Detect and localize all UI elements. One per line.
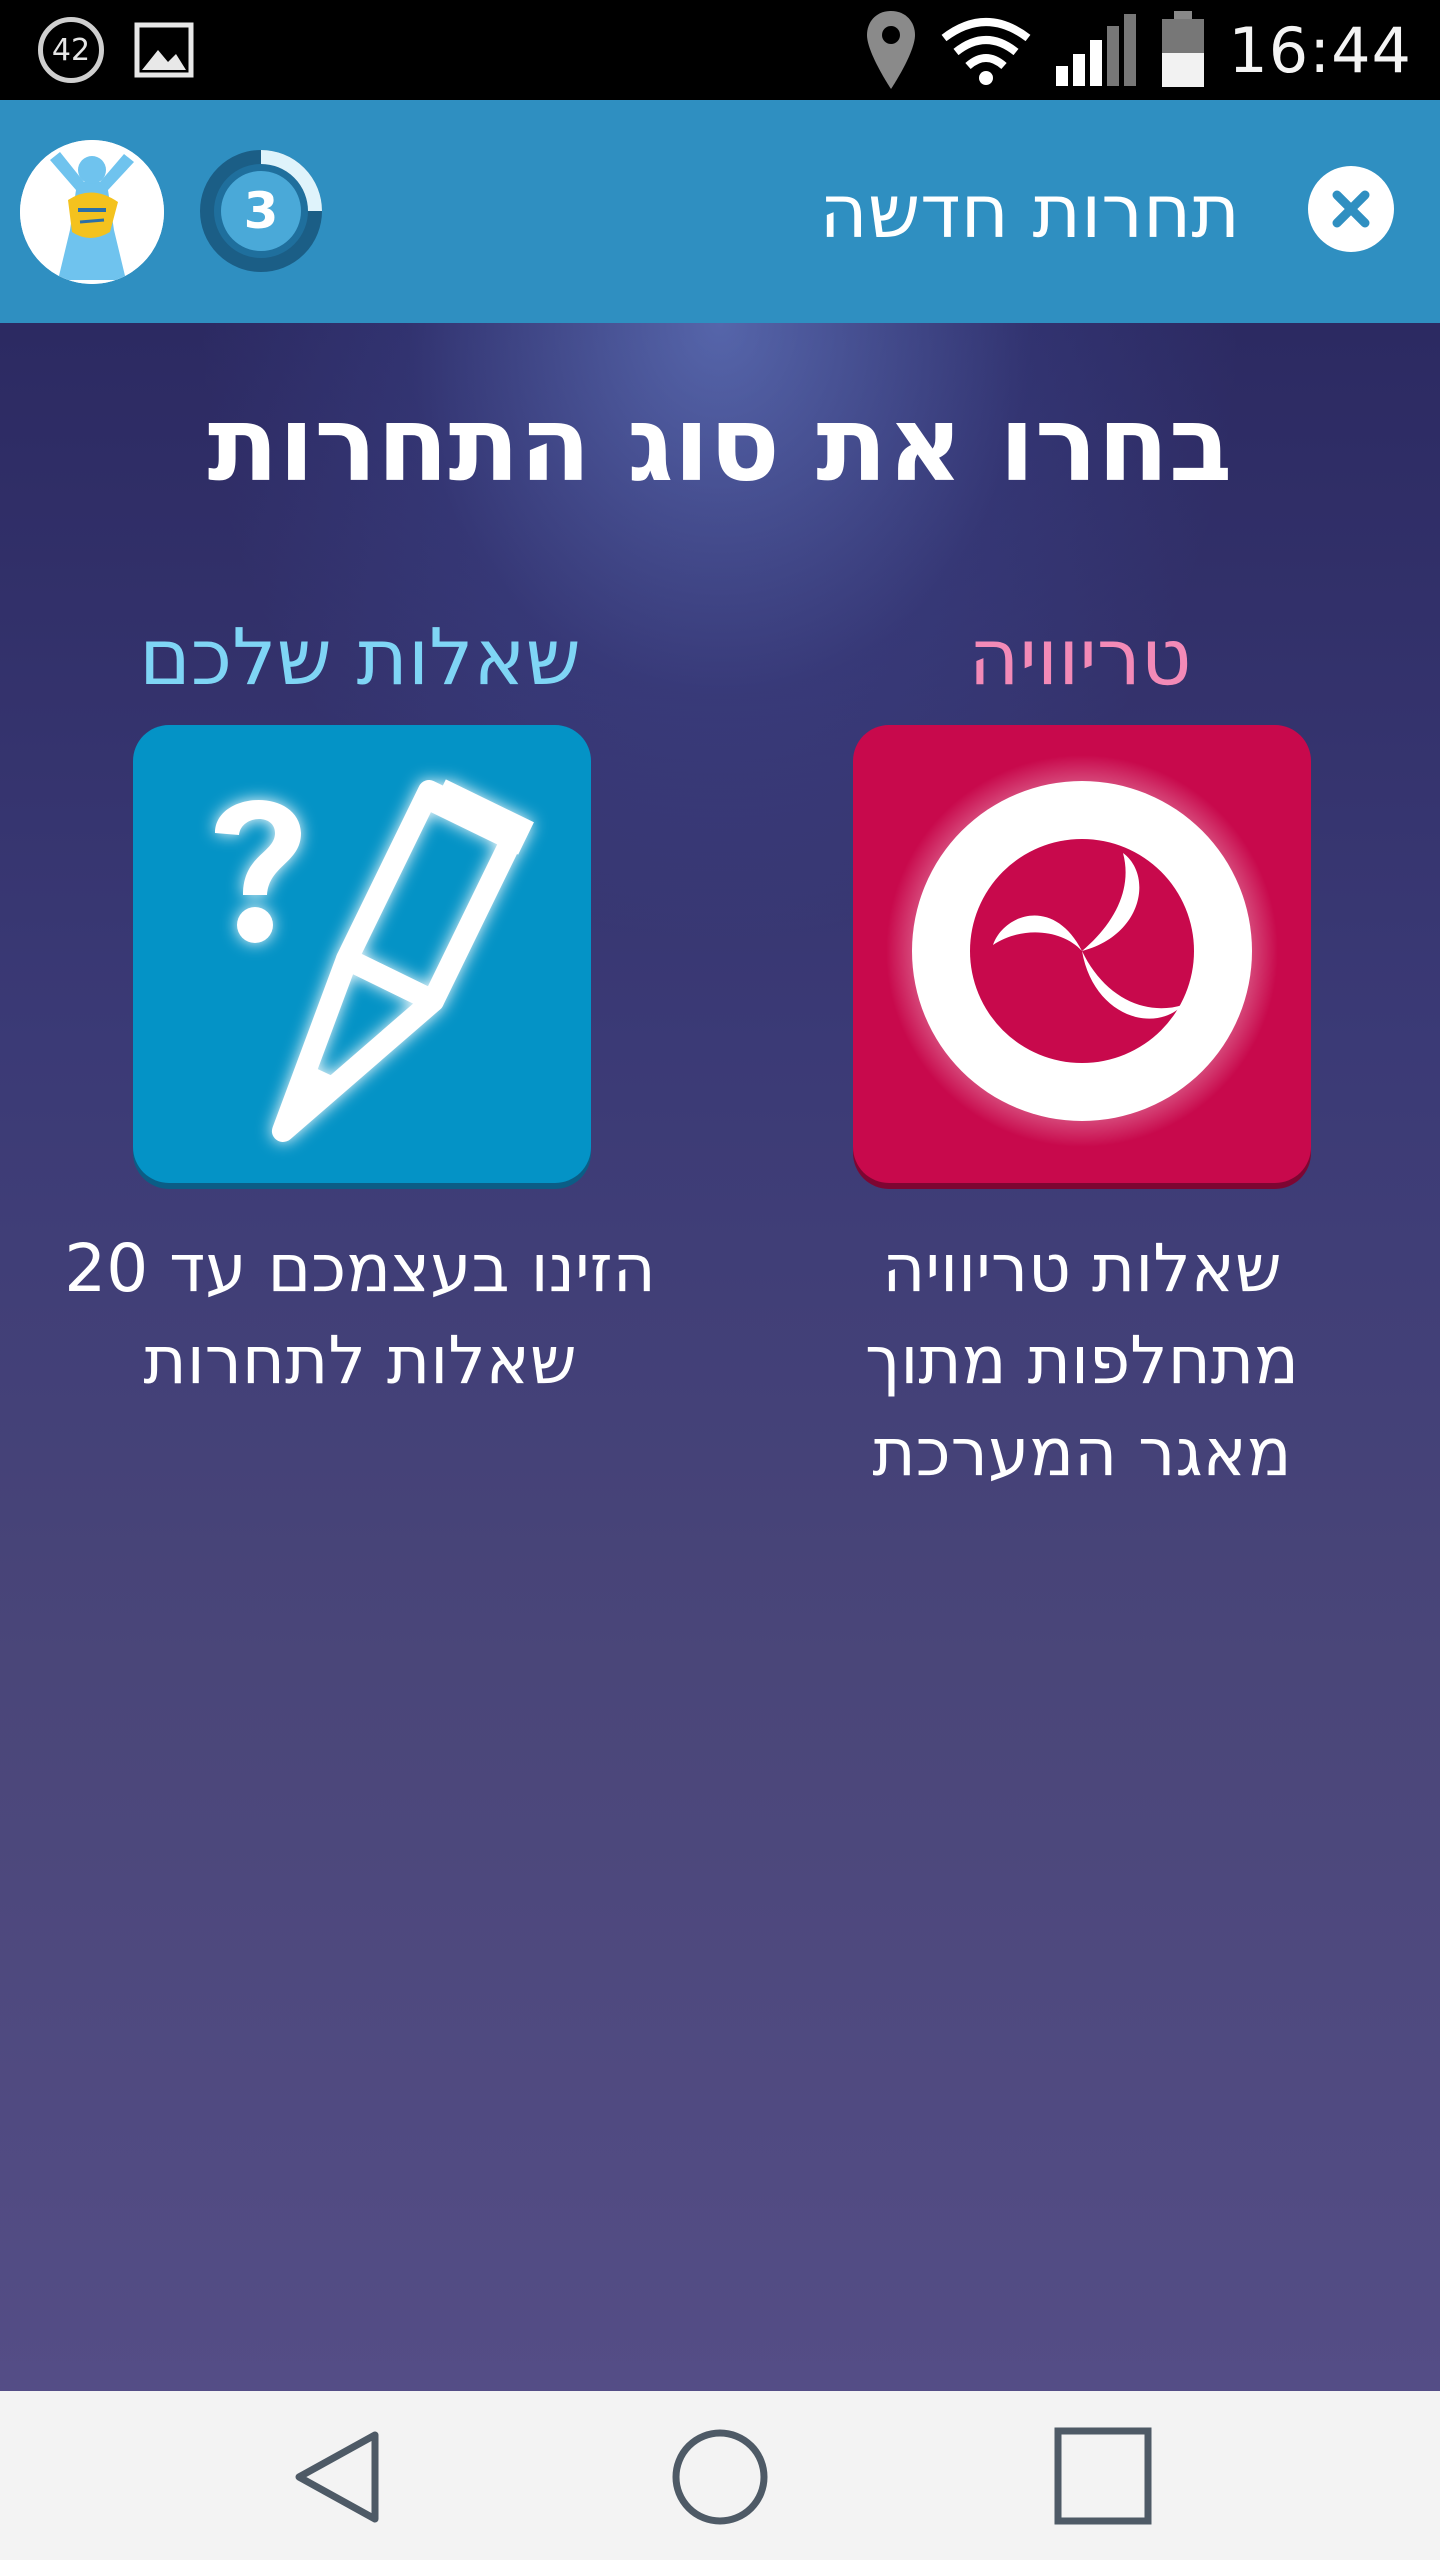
trivia-option-label[interactable]: טריוויה	[810, 613, 1350, 703]
trivia-swirl-icon	[886, 755, 1278, 1147]
trivia-option-button[interactable]	[853, 725, 1311, 1183]
close-button[interactable]	[1308, 166, 1394, 252]
own-questions-description-line: הזינו בעצמכם עד 20	[64, 1230, 656, 1307]
home-button[interactable]	[665, 2427, 775, 2527]
main-content: בחרו את סוג התחרות טריוויה שאלות שלכם שא…	[0, 323, 1440, 2391]
own-questions-description-line: שאלות לתחרות	[143, 1322, 577, 1399]
own-questions-option-description: הזינו בעצמכם עד 20 שאלות לתחרות	[50, 1223, 670, 1407]
notification-badge: 42	[38, 17, 104, 83]
back-button[interactable]	[285, 2427, 395, 2527]
avatar-icon	[20, 140, 164, 284]
app-bar: 3 תחרות חדשה	[0, 100, 1440, 323]
recents-square-icon	[1054, 2427, 1152, 2525]
location-pin-icon	[867, 11, 916, 89]
recents-button[interactable]	[1048, 2427, 1158, 2527]
status-bar: 42 16:44	[0, 0, 1440, 100]
close-icon	[1332, 190, 1370, 228]
own-questions-option-label[interactable]: שאלות שלכם	[90, 613, 630, 703]
home-circle-icon	[672, 2429, 768, 2525]
back-triangle-icon	[295, 2431, 379, 2523]
trivia-description-line: מתחלפות מתוך	[864, 1322, 1300, 1399]
trivia-description-line: מאגר המערכת	[872, 1414, 1292, 1491]
level-number: 3	[243, 182, 279, 240]
wifi-icon	[941, 18, 1031, 85]
question-pencil-icon	[215, 779, 534, 1142]
avatar[interactable]	[20, 140, 164, 284]
navigation-bar	[0, 2391, 1440, 2560]
trivia-option-description: שאלות טריוויה מתחלפות מתוך מאגר המערכת	[772, 1223, 1392, 1499]
choose-type-heading: בחרו את סוג התחרות	[207, 383, 1233, 505]
trivia-description-line: שאלות טריוויה	[882, 1230, 1282, 1307]
clock: 16:44	[1228, 13, 1412, 87]
notification-count: 42	[51, 32, 91, 68]
cell-signal-icon	[1056, 14, 1137, 86]
own-questions-option-button[interactable]	[133, 725, 591, 1183]
battery-icon	[1162, 11, 1205, 87]
status-bar-right: 16:44	[864, 8, 1412, 92]
page-title: תחרות חדשה	[819, 168, 1240, 255]
status-bar-left: 42	[38, 14, 194, 86]
image-icon	[134, 22, 194, 78]
level-indicator[interactable]: 3	[192, 142, 330, 280]
